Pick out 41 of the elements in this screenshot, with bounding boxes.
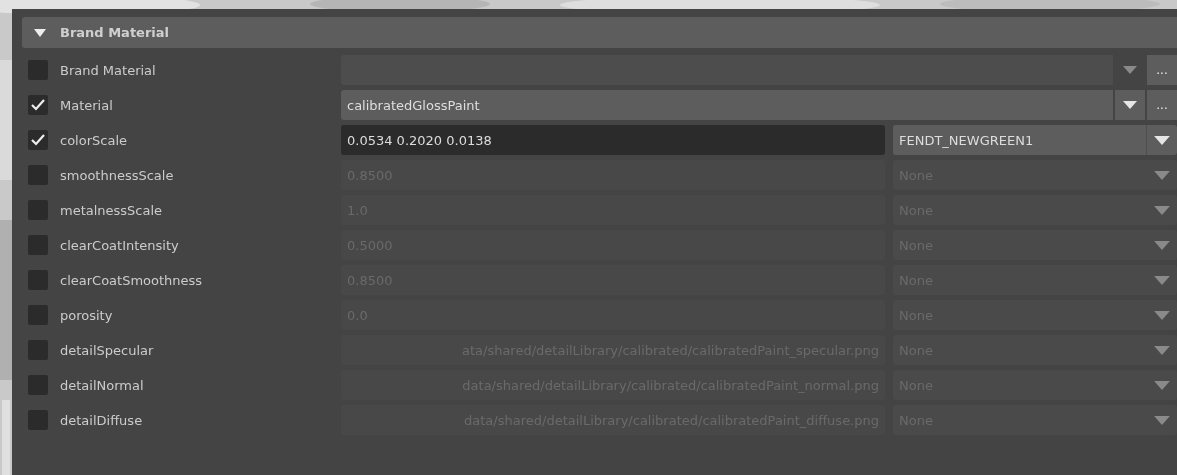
attribute-label: clearCoatIntensity bbox=[60, 237, 179, 253]
checkbox[interactable] bbox=[28, 410, 48, 430]
browse-button[interactable]: ... bbox=[1147, 55, 1177, 85]
checkbox[interactable] bbox=[28, 95, 48, 115]
section-title: Brand Material bbox=[60, 25, 169, 40]
checkbox[interactable] bbox=[28, 165, 48, 185]
caret-icon bbox=[1154, 275, 1170, 285]
material-field[interactable]: calibratedGlossPaint bbox=[341, 90, 1113, 120]
caret-icon bbox=[1154, 170, 1170, 180]
attribute-label: clearCoatSmoothness bbox=[60, 272, 203, 288]
caret-icon bbox=[1154, 380, 1170, 390]
checkbox[interactable] bbox=[28, 375, 48, 395]
checkbox[interactable] bbox=[28, 60, 48, 80]
caret-icon bbox=[1154, 205, 1170, 215]
caret-icon bbox=[1154, 415, 1170, 425]
attribute-label: porosity bbox=[60, 307, 113, 323]
attribute-label: detailSpecular bbox=[60, 342, 154, 358]
caret-icon bbox=[1123, 66, 1137, 74]
collapse-triangle-icon[interactable] bbox=[34, 28, 46, 37]
caret-icon bbox=[1154, 310, 1170, 320]
attribute-label: smoothnessScale bbox=[60, 167, 174, 183]
attribute-label: Material bbox=[60, 97, 113, 113]
preset-dropdown[interactable]: FENDT_NEWGREEN1 bbox=[893, 125, 1177, 155]
checkbox[interactable] bbox=[28, 235, 48, 255]
value-field[interactable]: 0.0534 0.2020 0.0138 bbox=[341, 125, 885, 155]
attribute-label: Brand Material bbox=[60, 62, 156, 78]
attribute-label: detailNormal bbox=[60, 377, 144, 393]
attribute-label: metalnessScale bbox=[60, 202, 163, 218]
checkbox[interactable] bbox=[28, 270, 48, 290]
attribute-label: detailDiffuse bbox=[60, 412, 143, 428]
checkbox[interactable] bbox=[28, 340, 48, 360]
attribute-label: colorScale bbox=[60, 132, 127, 148]
dropdown-arrow-button[interactable] bbox=[1115, 90, 1145, 120]
caret-icon bbox=[1123, 101, 1137, 109]
checkbox[interactable] bbox=[28, 130, 48, 150]
caret-icon bbox=[1154, 345, 1170, 355]
caret-icon bbox=[1154, 240, 1170, 250]
checkbox[interactable] bbox=[28, 305, 48, 325]
browse-button[interactable]: ... bbox=[1147, 90, 1177, 120]
checkbox[interactable] bbox=[28, 200, 48, 220]
caret-icon bbox=[1154, 135, 1170, 145]
